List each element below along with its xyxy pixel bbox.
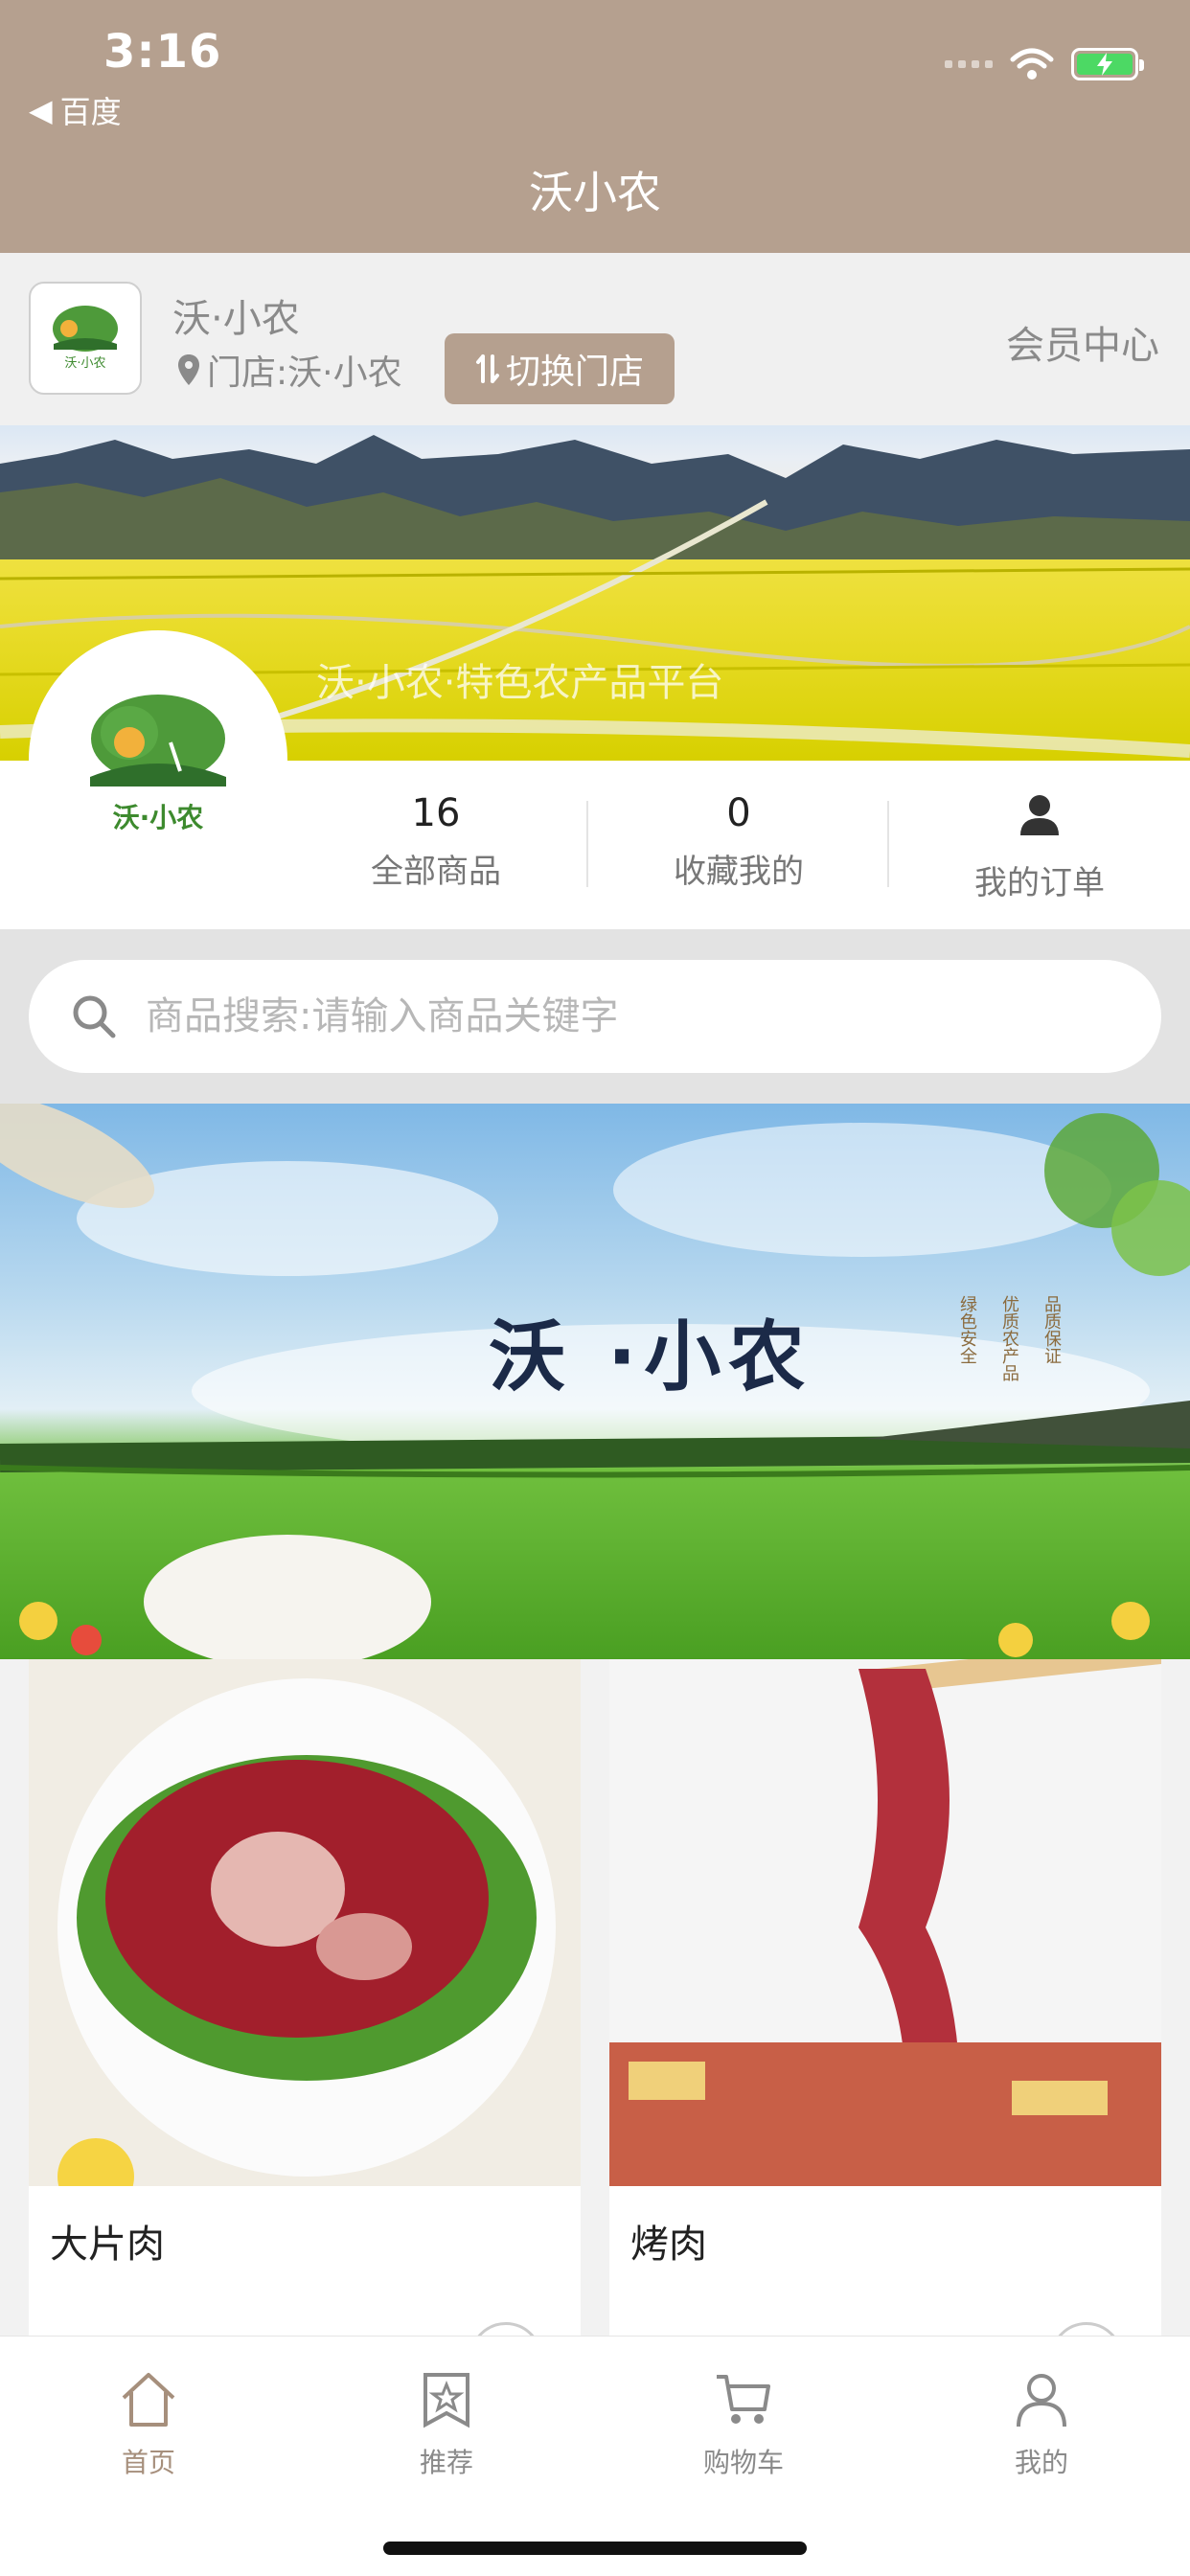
tab-mine[interactable]: 我的 (946, 2363, 1137, 2480)
user-icon (910, 791, 1169, 847)
tab-bar: 首页 推荐 购物车 我的 (0, 2336, 1190, 2576)
product-name: 烤肉 (630, 2223, 707, 2267)
tab-recommend[interactable]: 推荐 (351, 2363, 542, 2480)
star-badge-icon (351, 2363, 542, 2436)
member-center-link[interactable]: 会员中心 (1006, 314, 1159, 370)
favorites-count: 0 (726, 791, 751, 835)
slogan-1: 绿色安全 (957, 1295, 977, 1364)
brand-slogans: 绿色安全 优质农产品 品质保证 (954, 1295, 1190, 1381)
search-icon (73, 995, 116, 1038)
product-name: 大片肉 (50, 2223, 165, 2267)
switch-store-button[interactable]: 切换门店 (445, 333, 675, 404)
stats-divider (586, 801, 588, 887)
promo-banner[interactable]: 沃 ·小农 绿色安全 优质农产品 品质保证 (0, 1104, 1190, 1659)
back-to-app-button[interactable]: ◀ 百度 (29, 88, 122, 132)
back-app-label: 百度 (59, 94, 122, 130)
tab-cart[interactable]: 购物车 (648, 2363, 839, 2480)
favorites-label: 收藏我的 (674, 853, 804, 891)
slogan-2: 优质农产品 (999, 1295, 1019, 1381)
wifi-icon (1010, 48, 1054, 80)
cell-signal-icon (945, 60, 993, 68)
tab-home[interactable]: 首页 (53, 2363, 244, 2480)
stat-my-orders[interactable]: 我的订单 (910, 791, 1169, 903)
add-to-cart-button[interactable] (1050, 2322, 1123, 2336)
banner-caption: 沃·小农·特色农产品平台 (316, 661, 724, 705)
stat-all-products[interactable]: 16 全部商品 (307, 791, 565, 892)
status-icons (945, 48, 1144, 80)
add-to-cart-button[interactable] (469, 2322, 542, 2336)
tab-label: 购物车 (702, 2447, 784, 2478)
farm-logo-icon: 沃·小农 (53, 306, 118, 371)
cart-icon (648, 2363, 839, 2436)
product-grid: 大片肉 烤肉 (0, 1659, 1190, 2336)
my-orders-label: 我的订单 (974, 864, 1105, 902)
farm-logo-icon: 沃·小农 (90, 695, 226, 833)
store-avatar[interactable]: 沃·小农 (29, 630, 287, 889)
search-bar[interactable] (29, 960, 1161, 1073)
product-image (29, 1659, 581, 2215)
battery-icon (1071, 48, 1144, 80)
stat-favorites[interactable]: 0 收藏我的 (609, 791, 868, 892)
store-name: 沃·小农 (172, 297, 300, 341)
status-time: 3:16 (103, 25, 222, 79)
page-title: 沃小农 (529, 167, 661, 218)
product-card[interactable]: 大片肉 (29, 1659, 581, 2336)
store-logo[interactable]: 沃·小农 (29, 282, 142, 395)
all-products-label: 全部商品 (371, 853, 501, 891)
search-input[interactable] (144, 993, 1010, 1039)
user-icon (946, 2363, 1137, 2436)
location-pin-icon (178, 354, 199, 385)
product-card[interactable]: 烤肉 (609, 1659, 1161, 2336)
store-header: 沃·小农 沃·小农 门店:沃·小农 切换门店 会员中心 (0, 253, 1190, 425)
tab-label: 我的 (1014, 2447, 1068, 2478)
slogan-3: 品质保证 (1041, 1295, 1062, 1364)
product-image (609, 1659, 1161, 2186)
avatar-logo-text: 沃·小农 (113, 802, 204, 833)
back-triangle-icon: ◀ (29, 92, 53, 128)
stats-divider (887, 801, 889, 887)
svg-text:沃·小农: 沃·小农 (64, 356, 105, 371)
home-icon (53, 2363, 244, 2436)
all-products-count: 16 (411, 791, 461, 835)
search-section (0, 929, 1190, 1104)
switch-store-label: 切换门店 (505, 353, 644, 392)
home-indicator[interactable] (383, 2542, 807, 2555)
tab-label: 首页 (121, 2447, 175, 2478)
store-location: 门店:沃·小农 (176, 345, 402, 395)
header-bar: 3:16 ◀ 百度 沃小农 (0, 0, 1190, 253)
swap-arrows-icon (475, 354, 499, 383)
tab-label: 推荐 (419, 2447, 473, 2478)
brand-title: 沃 ·小农 (489, 1312, 813, 1402)
store-location-label: 门店:沃·小农 (207, 353, 402, 393)
